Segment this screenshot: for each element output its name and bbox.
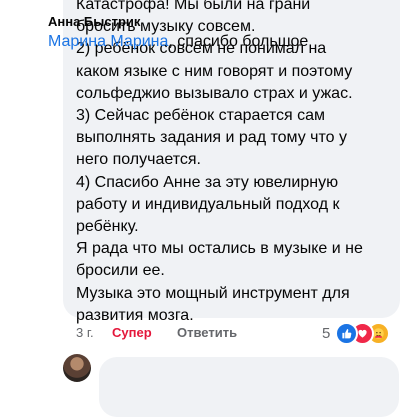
- like-icon: [335, 322, 358, 345]
- avatar[interactable]: [63, 354, 91, 382]
- super-reaction-button[interactable]: Супер: [112, 325, 152, 340]
- reply-comment: [63, 352, 400, 417]
- reaction-count[interactable]: 5: [322, 325, 330, 342]
- reply-mention[interactable]: Марина Марина: [48, 33, 168, 50]
- reply-text: Марина Марина, спасибо большое: [48, 33, 308, 51]
- comment-time[interactable]: 3 г.: [76, 325, 94, 340]
- reaction-icons[interactable]: [335, 322, 395, 345]
- reply-bubble: [99, 357, 399, 417]
- reply-author[interactable]: Анна Быстрик: [48, 14, 140, 29]
- reply-button[interactable]: Ответить: [177, 325, 237, 340]
- reply-text-body: , спасибо большое: [168, 33, 309, 50]
